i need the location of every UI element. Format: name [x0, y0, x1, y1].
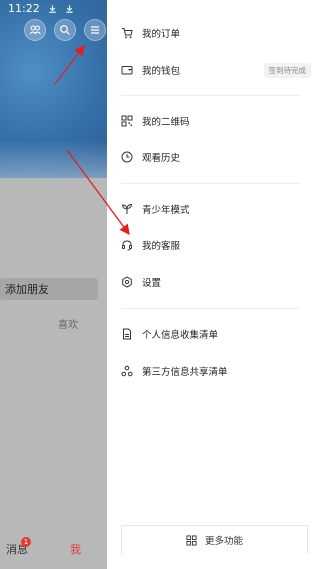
download-icon: [66, 4, 73, 13]
menu-icon: [91, 26, 99, 34]
menu-item-label: 青少年模式: [142, 205, 190, 216]
menu-item-label: 我的二维码: [142, 117, 190, 128]
friends-button[interactable]: [24, 19, 46, 41]
more-features-label: 更多功能: [204, 536, 243, 547]
document-icon: [123, 328, 131, 340]
download-icon: [49, 4, 56, 13]
qrcode-icon: [121, 115, 133, 127]
status-time: 11:22: [8, 2, 40, 15]
divider: [121, 95, 299, 96]
menu-item-teen-mode[interactable]: 青少年模式: [121, 199, 311, 219]
messages-badge: 1: [21, 537, 31, 547]
add-friend-button[interactable]: 添加朋友: [0, 278, 98, 300]
menu-item-label: 我的客服: [142, 241, 181, 252]
share-nodes-icon: [121, 365, 133, 377]
menu-item-qrcode[interactable]: 我的二维码: [121, 111, 311, 131]
more-features-button[interactable]: 更多功能: [121, 525, 308, 554]
checkin-status-badge: 签到待完成: [263, 62, 311, 78]
headset-icon: [122, 240, 132, 251]
menu-item-label: 观看历史: [142, 153, 181, 164]
people-icon: [29, 25, 41, 35]
menu-item-orders[interactable]: 我的订单: [121, 23, 311, 43]
like-tab[interactable]: 喜欢: [58, 316, 78, 331]
cart-icon: [122, 28, 133, 39]
menu-item-customer-service[interactable]: 我的客服: [121, 235, 311, 255]
divider: [121, 183, 299, 184]
status-bar: 11:22: [8, 2, 74, 15]
bottom-nav: 消息 1 我: [0, 531, 107, 569]
search-icon: [60, 25, 70, 35]
menu-item-label: 我的钱包: [142, 66, 181, 77]
menu-item-personal-info-list[interactable]: 个人信息收集清单: [121, 324, 311, 344]
menu-item-settings[interactable]: 设置: [121, 272, 311, 292]
sprout-icon: [121, 203, 133, 214]
menu-item-label: 第三方信息共享清单: [142, 367, 228, 378]
side-drawer: 我的订单 我的钱包 签到待完成 我的二维码 观看历史 青少年模式 我的客服 设置…: [107, 0, 320, 569]
divider: [121, 308, 299, 309]
clock-icon: [121, 151, 133, 163]
menu-item-history[interactable]: 观看历史: [121, 147, 311, 167]
menu-item-wallet[interactable]: 我的钱包 签到待完成: [121, 60, 311, 80]
header-actions: [24, 19, 106, 41]
menu-item-third-party-sharing-list[interactable]: 第三方信息共享清单: [121, 361, 311, 381]
menu-item-label: 我的订单: [142, 29, 181, 40]
menu-item-label: 个人信息收集清单: [142, 330, 219, 341]
grid-icon: [186, 534, 197, 546]
wallet-icon: [121, 66, 133, 75]
add-friend-label: 添加朋友: [5, 283, 49, 296]
menu-button[interactable]: [84, 19, 106, 41]
menu-item-label: 设置: [142, 278, 162, 289]
gear-icon: [122, 276, 132, 288]
search-button[interactable]: [54, 19, 76, 41]
nav-me[interactable]: 我: [70, 541, 81, 557]
